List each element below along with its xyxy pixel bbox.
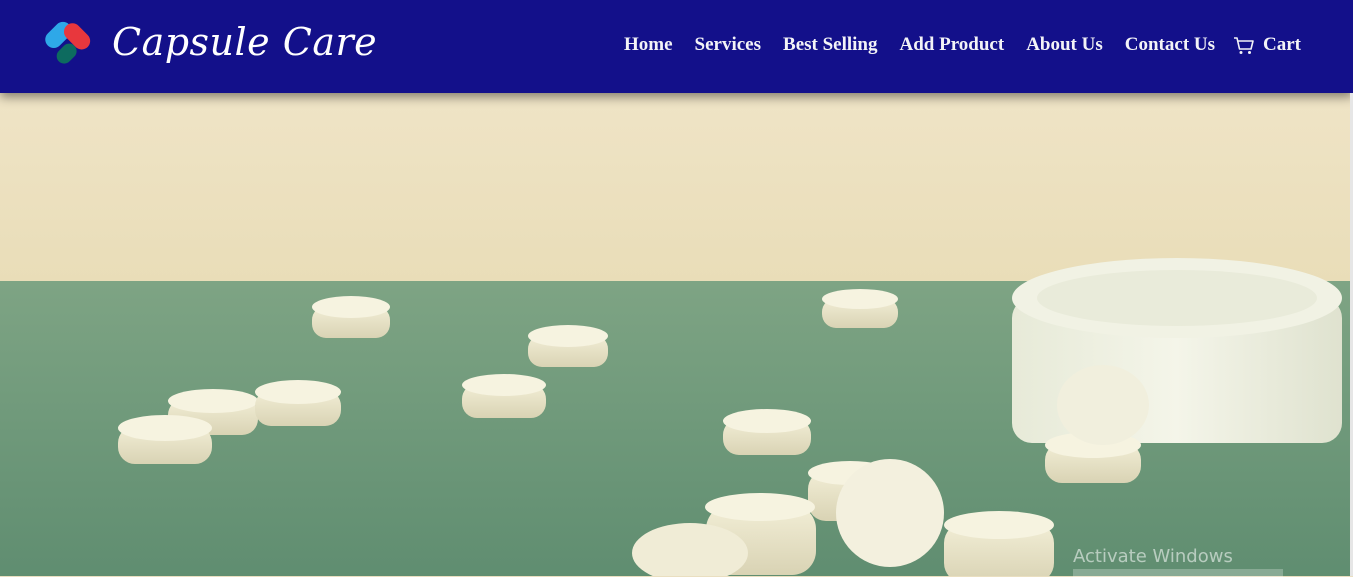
cart-icon bbox=[1234, 37, 1254, 54]
cart-label: Cart bbox=[1263, 34, 1301, 55]
activate-windows-watermark: Activate Windows bbox=[1073, 546, 1233, 567]
brand-name: Capsule Care bbox=[112, 20, 378, 64]
hero-image bbox=[0, 93, 1353, 576]
capsule-heart-icon bbox=[45, 21, 91, 64]
nav-add-product[interactable]: Add Product bbox=[900, 34, 1005, 56]
navbar: Capsule Care Home Services Best Selling … bbox=[0, 0, 1353, 93]
nav-best-selling[interactable]: Best Selling bbox=[783, 34, 877, 56]
nav-contact-us[interactable]: Contact Us bbox=[1125, 34, 1215, 56]
nav-services[interactable]: Services bbox=[695, 34, 761, 56]
nav-home[interactable]: Home bbox=[624, 34, 673, 56]
main-nav: Home Services Best Selling Add Product A… bbox=[602, 34, 1301, 56]
nav-cart[interactable]: Cart bbox=[1233, 34, 1301, 56]
nav-about-us[interactable]: About Us bbox=[1026, 34, 1103, 56]
brand[interactable]: Capsule Care bbox=[36, 14, 377, 70]
